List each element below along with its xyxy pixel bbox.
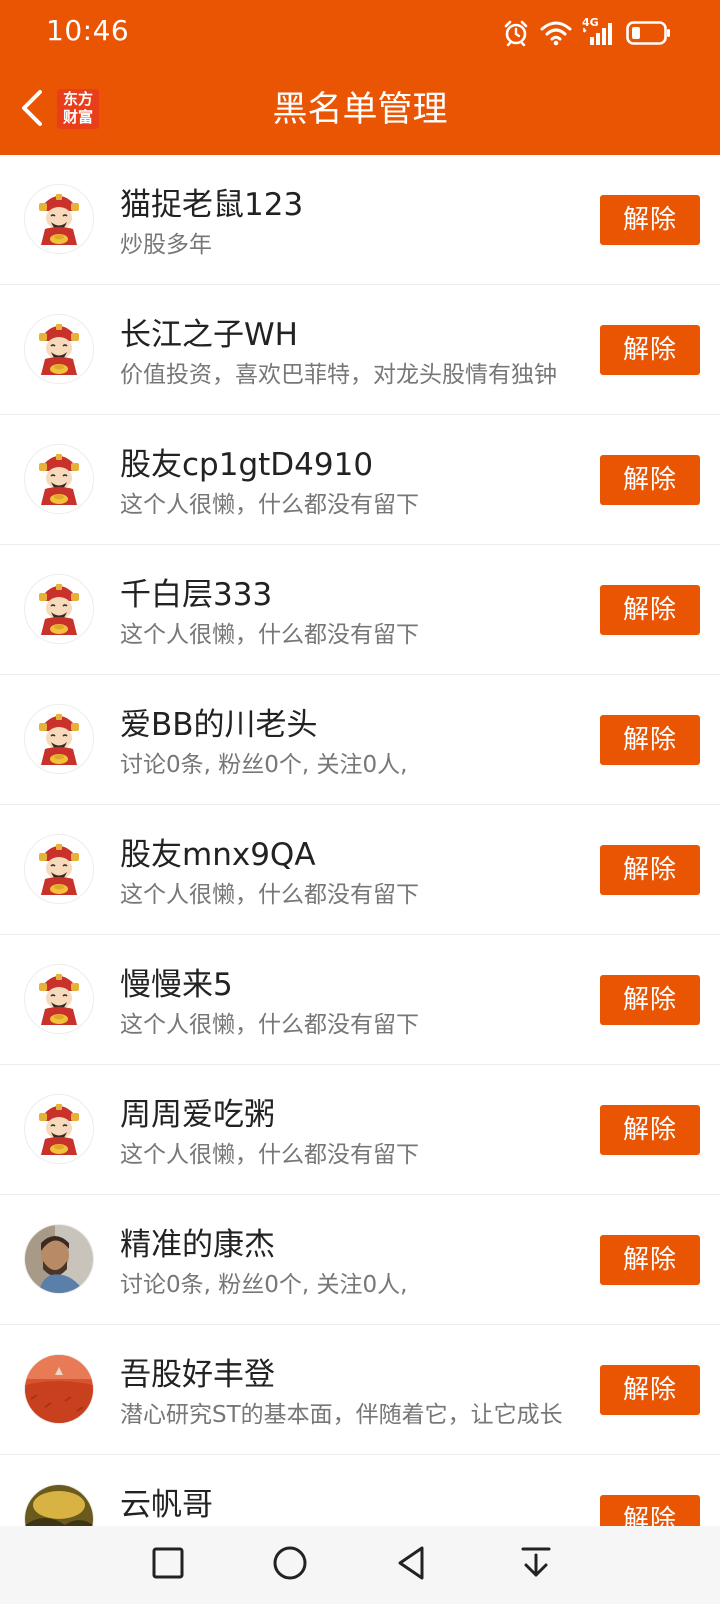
user-bio: 这个人很懒，什么都没有留下 (120, 492, 419, 518)
blacklist-row: 爱BB的川老头 讨论0条, 粉丝0个, 关注0人, 解除 (0, 675, 720, 805)
blacklist-row: 猫捉老鼠123 炒股多年 解除 (0, 155, 720, 285)
user-bio: 这个人很懒，什么都没有留下 (120, 1012, 419, 1038)
signal-4g-icon: 4G (582, 16, 616, 48)
user-name[interactable]: 长江之子WH (120, 309, 298, 354)
user-bio: 这个人很懒，什么都没有留下 (120, 622, 419, 648)
blacklist-row: 股友cp1gtD4910 这个人很懒，什么都没有留下 解除 (0, 415, 720, 545)
user-name[interactable]: 云帆哥 (120, 1479, 213, 1524)
nav-back-button[interactable] (390, 1543, 434, 1587)
unblock-button[interactable]: 解除 (600, 1365, 700, 1415)
user-name[interactable]: 慢慢来5 (120, 959, 233, 1004)
user-name[interactable]: 周周爱吃粥 (120, 1089, 275, 1134)
page-title: 黑名单管理 (272, 90, 448, 130)
user-name[interactable]: 股友mnx9QA (120, 829, 316, 874)
unblock-button[interactable]: 解除 (600, 845, 700, 895)
blacklist-row: 慢慢来5 这个人很懒，什么都没有留下 解除 (0, 935, 720, 1065)
user-name[interactable]: 股友cp1gtD4910 (120, 439, 373, 484)
fortune-god-avatar[interactable] (24, 1094, 94, 1164)
recent-apps-button[interactable] (146, 1543, 190, 1587)
user-name[interactable]: 猫捉老鼠123 (120, 179, 303, 224)
app-root: 10:46 4G 东方 财富 黑名单管理 猫捉老鼠123 炒股多年 解除 长江之… (0, 0, 720, 1604)
wifi-icon (540, 20, 572, 46)
status-icons: 4G (502, 16, 672, 50)
blacklist-row: 精准的康杰 讨论0条, 粉丝0个, 关注0人, 解除 (0, 1195, 720, 1325)
user-name[interactable]: 爱BB的川老头 (120, 699, 318, 744)
user-name[interactable]: 精准的康杰 (120, 1219, 275, 1264)
battery-icon (626, 20, 672, 46)
blacklist-row: 千白层333 这个人很懒，什么都没有留下 解除 (0, 545, 720, 675)
blacklist-row: 周周爱吃粥 这个人很懒，什么都没有留下 解除 (0, 1065, 720, 1195)
blacklist-row: 股友mnx9QA 这个人很懒，什么都没有留下 解除 (0, 805, 720, 935)
recent-apps-icon (151, 1546, 185, 1584)
unblock-button[interactable]: 解除 (600, 455, 700, 505)
user-bio: 炒股多年 (120, 232, 212, 258)
unblock-button[interactable]: 解除 (600, 1495, 700, 1526)
fortune-god-avatar[interactable] (24, 184, 94, 254)
unblock-button[interactable]: 解除 (600, 1235, 700, 1285)
unblock-button[interactable]: 解除 (600, 1105, 700, 1155)
fortune-god-avatar[interactable] (24, 704, 94, 774)
user-bio: 这个人很懒，什么都没有留下 (120, 882, 419, 908)
notification-pull-button[interactable] (514, 1543, 558, 1587)
blacklist-row: 吾股好丰登 潜心研究ST的基本面，伴随着它，让它成长 解除 (0, 1325, 720, 1455)
system-nav-bar (0, 1526, 720, 1604)
home-button[interactable] (268, 1543, 312, 1587)
unblock-button[interactable]: 解除 (600, 325, 700, 375)
alarm-icon (502, 19, 530, 47)
photo-avatar-landscape[interactable] (24, 1484, 94, 1526)
user-bio: 价值投资，喜欢巴菲特，对龙头股情有独钟 (120, 362, 557, 388)
back-icon (394, 1545, 430, 1585)
unblock-button[interactable]: 解除 (600, 195, 700, 245)
fortune-god-avatar[interactable] (24, 444, 94, 514)
user-bio: 讨论0条, 粉丝0个, 关注0人, (120, 752, 408, 778)
unblock-button[interactable]: 解除 (600, 585, 700, 635)
unblock-button[interactable]: 解除 (600, 975, 700, 1025)
blacklist-row: 云帆哥 解除 (0, 1455, 720, 1526)
fortune-god-avatar[interactable] (24, 574, 94, 644)
home-icon (272, 1545, 308, 1585)
notification-pull-icon (518, 1545, 554, 1585)
user-bio: 讨论0条, 粉丝0个, 关注0人, (120, 1272, 408, 1298)
blacklist-row: 长江之子WH 价值投资，喜欢巴菲特，对龙头股情有独钟 解除 (0, 285, 720, 415)
user-bio: 这个人很懒，什么都没有留下 (120, 1142, 419, 1168)
user-name[interactable]: 吾股好丰登 (120, 1349, 275, 1394)
unblock-button[interactable]: 解除 (600, 715, 700, 765)
fortune-god-avatar[interactable] (24, 314, 94, 384)
fortune-god-avatar[interactable] (24, 964, 94, 1034)
header-bar: 10:46 4G 东方 财富 黑名单管理 (0, 0, 720, 155)
blacklist-list: 猫捉老鼠123 炒股多年 解除 长江之子WH 价值投资，喜欢巴菲特，对龙头股情有… (0, 155, 720, 1526)
photo-avatar-field[interactable] (24, 1354, 94, 1424)
user-bio: 潜心研究ST的基本面，伴随着它，让它成长 (120, 1402, 563, 1428)
photo-avatar-man[interactable] (24, 1224, 94, 1294)
status-time: 10:46 (46, 14, 130, 47)
fortune-god-avatar[interactable] (24, 834, 94, 904)
user-name[interactable]: 千白层333 (120, 569, 272, 614)
